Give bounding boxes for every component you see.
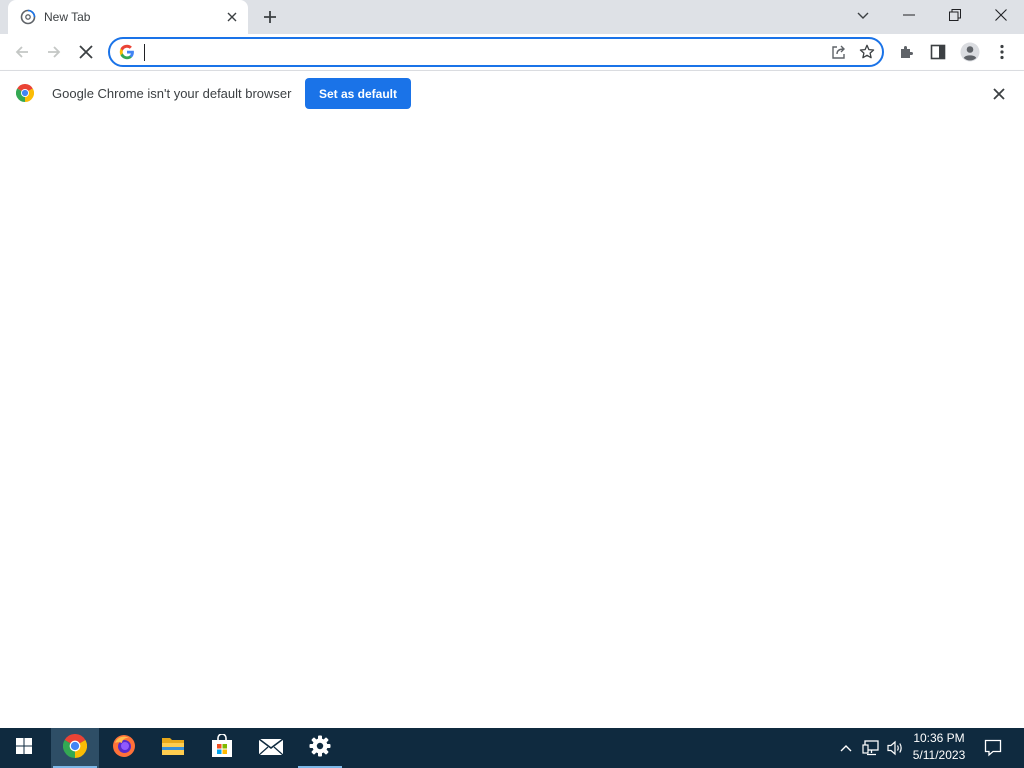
gear-icon — [309, 735, 331, 762]
clock-time: 10:36 PM — [913, 731, 965, 745]
tab-title: New Tab — [44, 10, 91, 24]
store-icon — [210, 732, 234, 763]
toolbar — [0, 34, 1024, 70]
forward-button[interactable] — [40, 38, 68, 66]
bookmark-star-icon[interactable] — [854, 39, 880, 65]
taskbar: 10:36 PM 5/11/2023 — [0, 728, 1024, 768]
share-icon[interactable] — [826, 39, 852, 65]
taskbar-microsoft-store[interactable] — [198, 728, 246, 768]
chrome-logo-icon — [15, 83, 35, 102]
system-clock[interactable]: 10:36 PM 5/11/2023 — [906, 730, 972, 766]
volume-icon[interactable] — [885, 738, 905, 758]
taskbar-file-explorer[interactable] — [149, 728, 197, 768]
folder-icon — [161, 735, 185, 762]
extensions-puzzle-icon[interactable] — [892, 38, 920, 66]
taskbar-settings[interactable] — [296, 728, 344, 768]
start-button[interactable] — [0, 728, 48, 768]
text-cursor — [144, 44, 145, 61]
kebab-menu-icon[interactable] — [988, 38, 1016, 66]
infobar-close-icon[interactable] — [989, 84, 1009, 104]
profile-avatar-icon[interactable] — [956, 38, 984, 66]
set-as-default-button[interactable]: Set as default — [305, 78, 411, 109]
network-icon[interactable] — [861, 738, 881, 758]
windows-logo-icon — [16, 737, 32, 759]
tab-search-chevron-icon[interactable] — [851, 4, 875, 28]
firefox-icon — [112, 734, 136, 763]
tab-close-icon[interactable] — [224, 9, 240, 25]
google-g-icon — [119, 44, 135, 60]
page-content — [0, 116, 1024, 728]
omnibox-input[interactable] — [143, 41, 826, 63]
infobar-message: Google Chrome isn't your default browser — [52, 86, 292, 101]
side-panel-icon[interactable] — [924, 38, 952, 66]
clock-date: 5/11/2023 — [912, 748, 966, 762]
show-hidden-icons-chevron-icon[interactable] — [836, 738, 856, 758]
minimize-button[interactable] — [886, 0, 932, 30]
stop-loading-icon[interactable] — [72, 38, 100, 66]
default-browser-infobar: Google Chrome isn't your default browser… — [0, 70, 1024, 116]
mail-icon — [258, 736, 284, 761]
address-bar[interactable] — [108, 37, 884, 67]
taskbar-firefox[interactable] — [100, 728, 148, 768]
taskbar-chrome[interactable] — [51, 728, 99, 768]
chrome-icon — [62, 733, 88, 763]
loading-spinner-icon — [20, 9, 36, 25]
taskbar-mail[interactable] — [247, 728, 295, 768]
tab-new-tab[interactable]: New Tab — [8, 0, 248, 34]
action-center-icon[interactable] — [978, 728, 1008, 768]
restore-button[interactable] — [932, 0, 978, 30]
new-tab-button[interactable] — [258, 5, 282, 29]
back-button[interactable] — [8, 38, 36, 66]
close-window-button[interactable] — [978, 0, 1024, 30]
tab-strip: New Tab — [0, 0, 1024, 34]
